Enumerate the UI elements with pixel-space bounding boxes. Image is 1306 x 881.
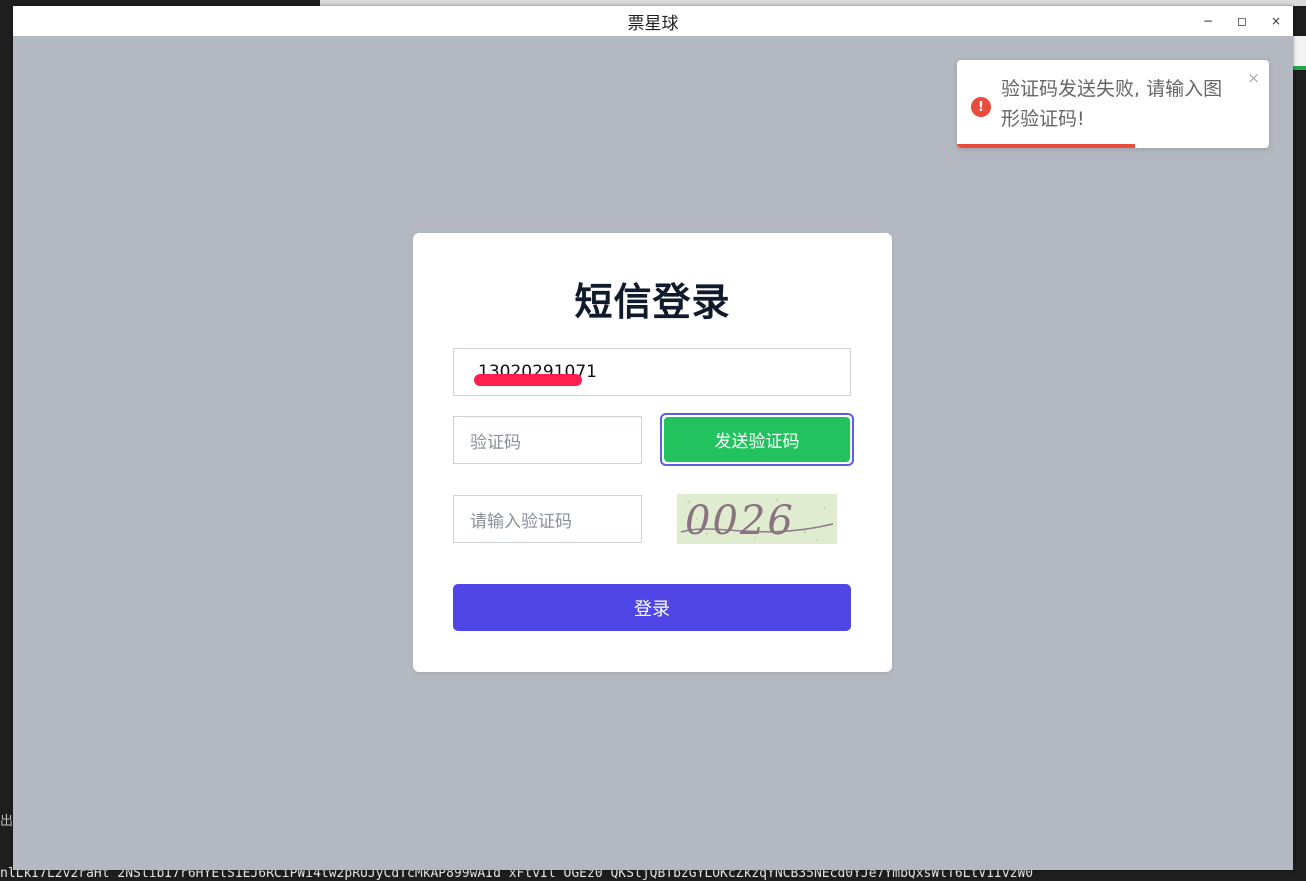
send-code-button[interactable]: 发送验证码 bbox=[660, 413, 854, 466]
captcha-input[interactable]: 请输入验证码 bbox=[453, 495, 642, 543]
maximize-button[interactable]: ◻ bbox=[1225, 6, 1259, 36]
close-button[interactable]: × bbox=[1259, 6, 1293, 36]
login-button[interactable]: 登录 bbox=[453, 584, 851, 631]
toast-message: 验证码发送失败, 请输入图形验证码! bbox=[1001, 78, 1223, 130]
login-title: 短信登录 bbox=[574, 280, 731, 324]
error-toast: ! 验证码发送失败, 请输入图形验证码! × bbox=[957, 60, 1269, 148]
captcha-text: 0026 bbox=[685, 498, 795, 544]
error-icon: ! bbox=[971, 97, 991, 117]
window-title: 票星球 bbox=[627, 13, 679, 34]
captcha-image[interactable]: 0026 bbox=[677, 494, 837, 544]
window-controls: − ◻ × bbox=[1191, 6, 1293, 36]
captcha-placeholder: 请输入验证码 bbox=[470, 511, 572, 532]
phone-input[interactable]: 13020291071 bbox=[453, 348, 851, 396]
send-code-label: 发送验证码 bbox=[664, 417, 850, 462]
title-bar[interactable]: 票星球 − ◻ × bbox=[13, 6, 1293, 36]
toast-progress-bar bbox=[957, 144, 1135, 148]
background-window-edge bbox=[1293, 36, 1306, 70]
login-card: 短信登录 13020291071 验证码 发送验证码 请输入验证码 0026 登… bbox=[413, 233, 892, 672]
minimize-button[interactable]: − bbox=[1191, 6, 1225, 36]
sms-code-placeholder: 验证码 bbox=[470, 432, 521, 453]
app-window: 票星球 − ◻ × 短信登录 13020291071 验证码 发送验证码 请输入… bbox=[13, 6, 1293, 870]
background-text: 出 bbox=[0, 814, 14, 829]
captcha-graphic: 0026 bbox=[677, 494, 837, 544]
toast-close-icon[interactable]: × bbox=[1247, 69, 1260, 87]
redaction-mark bbox=[474, 374, 582, 386]
sms-code-input[interactable]: 验证码 bbox=[453, 416, 642, 464]
phone-value: 13020291071 bbox=[474, 362, 597, 386]
